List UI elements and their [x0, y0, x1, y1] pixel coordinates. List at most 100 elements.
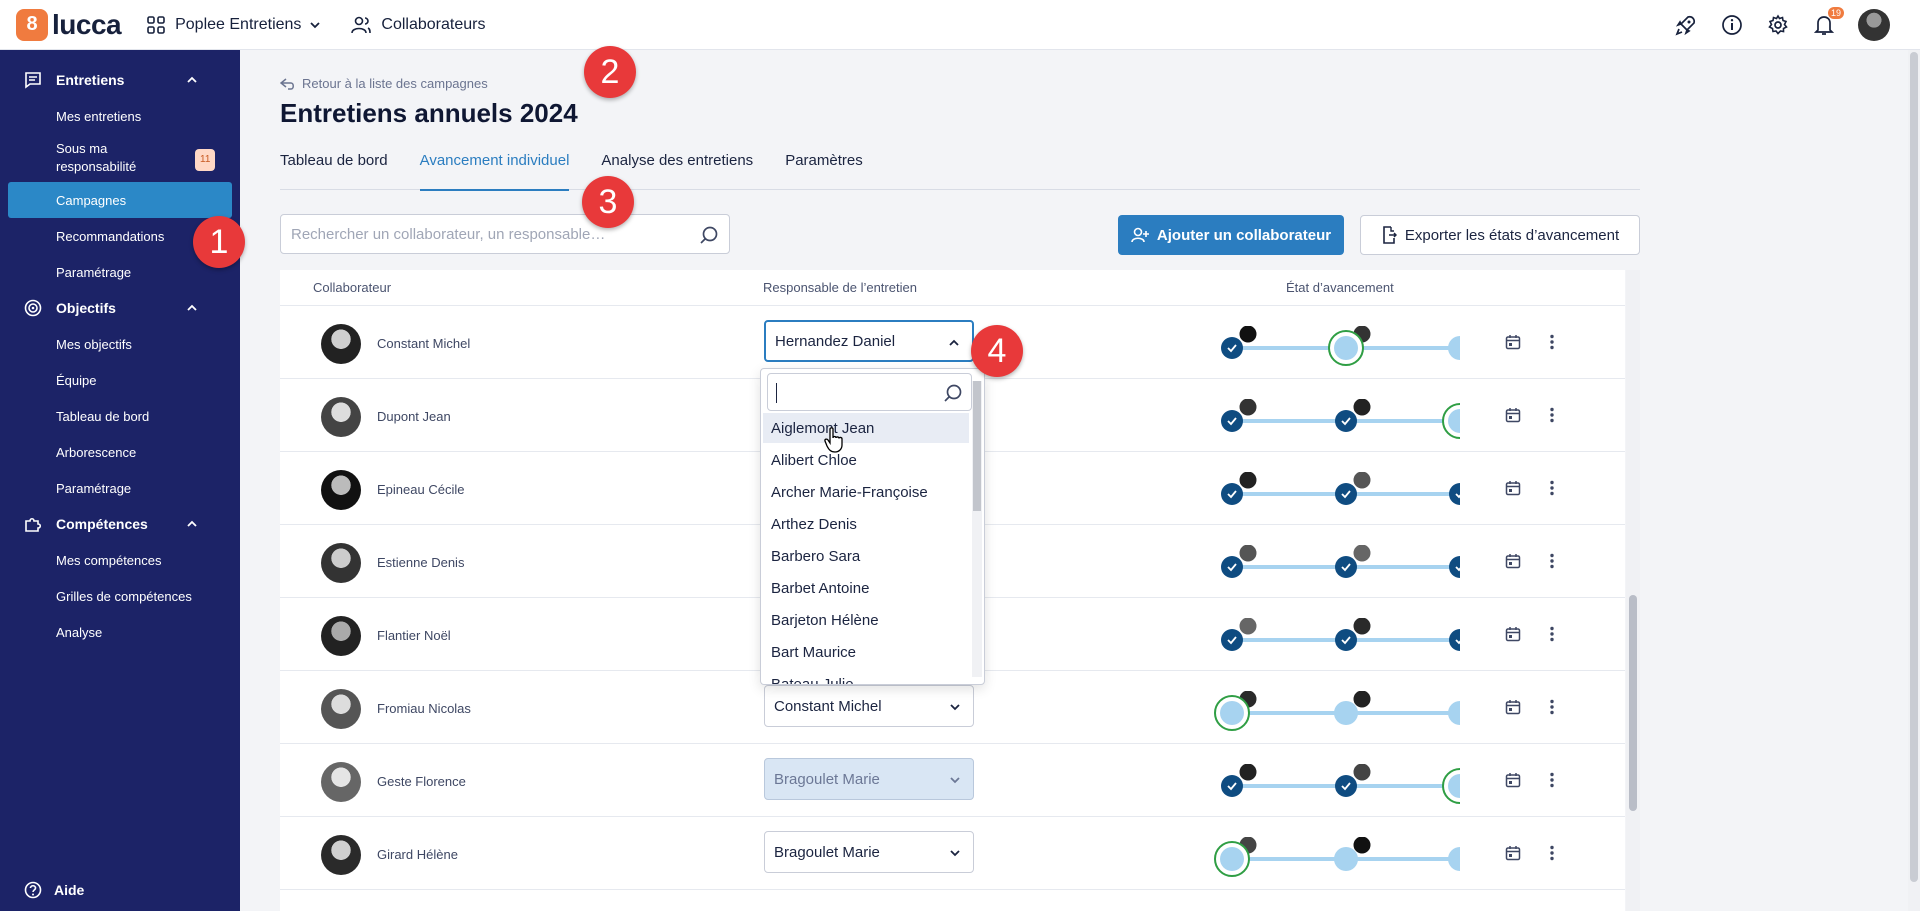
calendar-icon[interactable]	[1505, 553, 1521, 569]
chevron-down-icon	[310, 21, 321, 28]
sidebar-item-parametrage-objectifs[interactable]: Paramétrage	[0, 470, 240, 506]
dropdown-search-input[interactable]	[767, 373, 972, 411]
table-scrollbar[interactable]	[1626, 270, 1640, 911]
section-label: Objectifs	[56, 300, 116, 316]
add-collaborator-button[interactable]: Ajouter un collaborateur	[1118, 215, 1344, 255]
tab-avancement-individuel[interactable]: Avancement individuel	[419, 152, 569, 191]
sidebar-item-tableau-de-bord[interactable]: Tableau de bord	[0, 398, 240, 434]
manager-select-value: Bragoulet Marie	[774, 843, 880, 861]
dropdown-option[interactable]: Bateau Julie	[763, 669, 969, 685]
people-label: Collaborateurs	[381, 15, 486, 33]
more-vertical-icon[interactable]	[1549, 407, 1555, 423]
dropdown-option[interactable]: Arthez Denis	[763, 509, 969, 539]
more-vertical-icon[interactable]	[1549, 772, 1555, 788]
sidebar-item-mes-competences[interactable]: Mes compétences	[0, 542, 240, 578]
calendar-icon[interactable]	[1505, 699, 1521, 715]
more-vertical-icon[interactable]	[1549, 334, 1555, 350]
more-vertical-icon[interactable]	[1549, 699, 1555, 715]
progress-step-current	[1442, 403, 1460, 439]
progress-step-todo	[1334, 691, 1372, 725]
calendar-icon[interactable]	[1505, 334, 1521, 350]
calendar-icon[interactable]	[1505, 480, 1521, 496]
chat-icon	[25, 72, 41, 89]
add-user-icon	[1131, 227, 1149, 243]
progress-step-done	[1221, 399, 1258, 432]
row-actions	[1505, 553, 1555, 569]
export-progress-button[interactable]: Exporter les états d’avancement	[1360, 215, 1640, 255]
more-vertical-icon[interactable]	[1549, 480, 1555, 496]
manager-select[interactable]: Constant Michel	[764, 685, 974, 727]
search-input[interactable]: Rechercher un collaborateur, un responsa…	[280, 214, 730, 254]
tab-tableau-de-bord[interactable]: Tableau de bord	[280, 152, 388, 190]
top-bar: 8 lucca Poplee Entretiens Collaborateurs…	[0, 0, 1920, 50]
sidebar-item-analyse[interactable]: Analyse	[0, 614, 240, 650]
sidebar-section-competences[interactable]: Compétences	[0, 506, 240, 542]
progress-tracker	[1221, 618, 1460, 651]
sidebar-item-arborescence[interactable]: Arborescence	[0, 434, 240, 470]
annotation-marker-4: 4	[971, 325, 1023, 377]
sidebar-item-mes-entretiens[interactable]: Mes entretiens	[0, 98, 240, 134]
user-avatar[interactable]	[1858, 9, 1890, 41]
back-link[interactable]: Retour à la liste des campagnes	[280, 76, 488, 91]
help-link[interactable]: Aide	[24, 881, 84, 899]
sidebar-item-mes-objectifs[interactable]: Mes objectifs	[0, 326, 240, 362]
more-vertical-icon[interactable]	[1549, 553, 1555, 569]
app-switcher[interactable]: Poplee Entretiens	[147, 16, 321, 34]
dropdown-option[interactable]: Alibert Chloe	[763, 445, 969, 475]
back-link-label: Retour à la liste des campagnes	[302, 76, 488, 91]
sidebar-item-equipe[interactable]: Équipe	[0, 362, 240, 398]
calendar-icon[interactable]	[1505, 845, 1521, 861]
info-icon[interactable]	[1720, 13, 1744, 37]
people-directory-link[interactable]: Collaborateurs	[351, 16, 485, 34]
progress-tracker	[1221, 326, 1460, 366]
row-actions	[1505, 772, 1555, 788]
calendar-icon[interactable]	[1505, 407, 1521, 423]
manager-select[interactable]: Bragoulet Marie	[764, 831, 974, 873]
table-row: Girard Hélène Bragoulet Marie	[280, 817, 1625, 890]
dropdown-option[interactable]: Barjeton Hélène	[763, 605, 969, 635]
calendar-icon[interactable]	[1505, 772, 1521, 788]
header-responsable: Responsable de l’entretien	[763, 280, 917, 295]
app-name: Poplee Entretiens	[175, 15, 302, 33]
dropdown-option[interactable]: Barbero Sara	[763, 541, 969, 571]
progress-step-done	[1335, 764, 1372, 797]
more-vertical-icon[interactable]	[1549, 845, 1555, 861]
progress-tracker	[1214, 837, 1460, 877]
header-collaborateur: Collaborateur	[313, 280, 392, 295]
more-vertical-icon[interactable]	[1549, 626, 1555, 642]
sidebar-section-objectifs[interactable]: Objectifs	[0, 290, 240, 326]
gear-icon[interactable]	[1766, 13, 1790, 37]
page-scroll-thumb[interactable]	[1910, 52, 1918, 882]
row-actions	[1505, 699, 1555, 715]
dropdown-scrollbar[interactable]	[972, 381, 982, 677]
sidebar-item-sous-ma-responsabilite[interactable]: Sous ma responsabilité 11	[0, 134, 240, 182]
rocket-icon[interactable]	[1674, 13, 1698, 37]
collaborator-name: Flantier Noël	[377, 628, 451, 643]
table-scroll-thumb[interactable]	[1629, 595, 1637, 811]
help-label: Aide	[54, 882, 85, 898]
notification-count: 19	[1827, 7, 1844, 19]
dropdown-option[interactable]: Barbet Antoine	[763, 573, 969, 603]
dropdown-scroll-thumb[interactable]	[973, 381, 981, 511]
sidebar-section-entretiens[interactable]: Entretiens	[0, 62, 240, 98]
chevron-up-icon	[187, 76, 197, 83]
chevron-down-icon	[950, 704, 960, 711]
row-actions	[1505, 480, 1555, 496]
chevron-up-icon	[187, 520, 197, 527]
sidebar-item-campagnes[interactable]: Campagnes	[8, 182, 232, 218]
progress-step-todo	[1448, 336, 1460, 360]
calendar-icon[interactable]	[1505, 626, 1521, 642]
dropdown-option[interactable]: Bart Maurice	[763, 637, 969, 667]
avatar	[321, 397, 361, 437]
apps-grid-icon	[147, 15, 165, 34]
dropdown-option[interactable]: Archer Marie-Françoise	[763, 477, 969, 507]
manager-select[interactable]: Hernandez Daniel	[764, 320, 974, 362]
page-scrollbar[interactable]	[1908, 50, 1920, 911]
notifications-bell-icon[interactable]: 19	[1812, 7, 1844, 37]
progress-step-done	[1221, 764, 1258, 797]
lucca-logo[interactable]: 8 lucca	[16, 8, 122, 41]
section-label: Entretiens	[56, 72, 125, 88]
sidebar-item-grilles-de-competences[interactable]: Grilles de compétences	[0, 578, 240, 614]
tab-parametres[interactable]: Paramètres	[785, 152, 863, 190]
dropdown-option[interactable]: Aiglemont Jean	[763, 413, 969, 443]
